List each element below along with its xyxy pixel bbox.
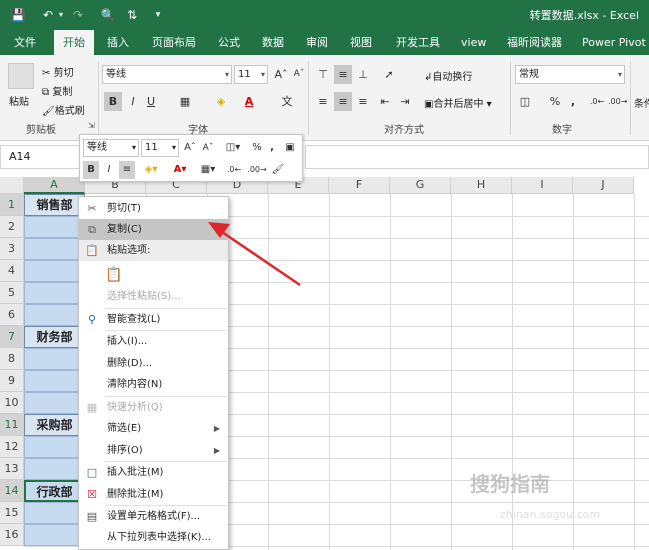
annotation-arrow <box>208 222 301 287</box>
watermark-url: zhinan.sogou.com <box>500 508 601 521</box>
arrow-shaft <box>221 230 301 287</box>
watermark-logo: 搜狗指南 <box>470 472 550 496</box>
